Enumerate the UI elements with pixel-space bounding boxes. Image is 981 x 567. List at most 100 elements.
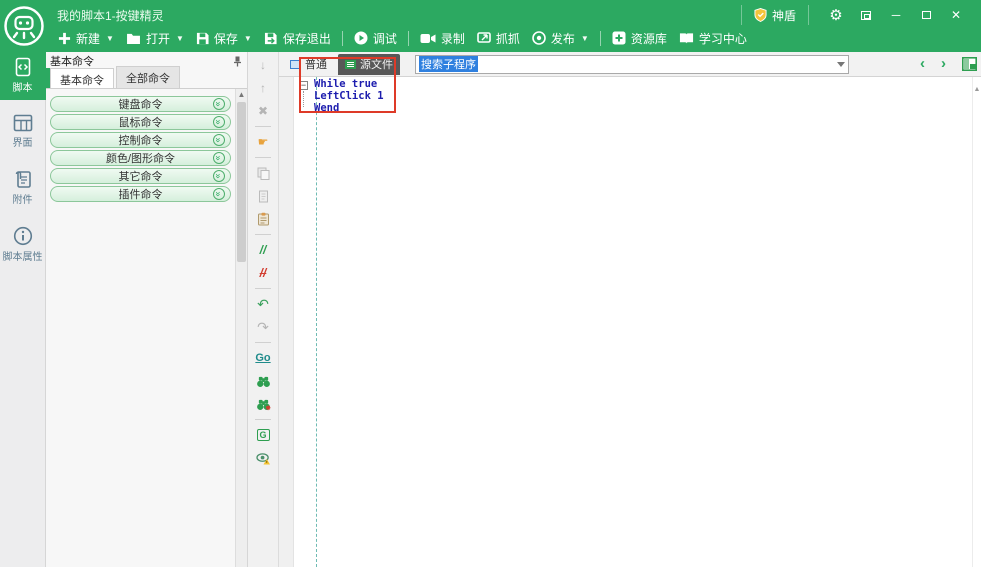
dropdown-arrow-icon: ▼ [581, 34, 589, 43]
comment-icon: // [260, 243, 267, 257]
sidebar-item-script[interactable]: 脚本 [0, 52, 46, 100]
pin-button[interactable] [233, 56, 242, 67]
move-down-button[interactable]: ↓ [253, 57, 273, 73]
paste-button[interactable] [253, 211, 273, 227]
close-button[interactable]: ✕ [941, 5, 971, 25]
expand-chevron-icon[interactable]: » [213, 98, 225, 110]
publish-button[interactable]: 发布 ▼ [526, 28, 595, 49]
find-button[interactable] [253, 373, 273, 389]
new-button[interactable]: 新建 ▼ [52, 28, 120, 49]
redo-button[interactable]: ↷ [253, 319, 273, 335]
rail-divider [255, 419, 271, 420]
sidebar-item-label: 界面 [13, 134, 33, 149]
debug-button[interactable]: 调试 [348, 28, 403, 49]
subroutine-combobox[interactable]: 搜索子程序 [415, 55, 849, 74]
learning-center-button[interactable]: 学习中心 [673, 28, 753, 49]
code-line[interactable]: Wend [314, 102, 384, 114]
eye-check-icon [256, 452, 271, 465]
delete-icon: ✖ [258, 104, 268, 118]
comment-button[interactable]: // [253, 242, 273, 258]
tab-basic-commands[interactable]: 基本命令 [50, 68, 114, 88]
save-exit-button[interactable]: 保存退出 [258, 28, 337, 49]
insert-command-button[interactable]: ☛ [253, 134, 273, 150]
camera-icon [420, 33, 436, 44]
titlebar: 我的脚本1-按键精灵 新建 ▼ 打开 ▼ 保存 ▼ 保存退出 [0, 0, 981, 52]
tab-source-view[interactable]: 源文件 [338, 54, 400, 75]
minimize-button[interactable]: ─ [881, 5, 911, 25]
undo-button[interactable]: ↶ [253, 296, 273, 312]
delete-line-button[interactable]: ✖ [253, 103, 273, 119]
fold-toggle[interactable]: − [299, 81, 308, 90]
uncomment-button[interactable]: // [253, 265, 273, 281]
find-replace-button[interactable] [253, 396, 273, 412]
toolbar-separator [408, 31, 409, 46]
app-logo-icon [2, 4, 46, 48]
code-area[interactable]: − While true LeftClick 1 Wend ▲ [279, 77, 981, 567]
floppy-exit-icon [264, 32, 278, 45]
sidebar-item-label: 脚本 [13, 79, 33, 94]
command-panel-title: 基本命令 [50, 53, 94, 69]
copy-button[interactable] [253, 165, 273, 181]
command-group-control[interactable]: 控制命令 » [50, 132, 231, 148]
tab-all-commands[interactable]: 全部命令 [116, 66, 180, 88]
rail-divider [255, 126, 271, 127]
arrow-up-icon: ↑ [260, 81, 266, 95]
settings-button[interactable]: ⚙ [821, 5, 851, 25]
code-line[interactable]: LeftClick 1 [314, 90, 384, 102]
info-icon [13, 226, 33, 246]
save-button[interactable]: 保存 ▼ [190, 28, 258, 49]
scrollbar-thumb[interactable] [237, 102, 246, 262]
goto-line-button[interactable]: Go [253, 350, 273, 366]
rail-divider [255, 234, 271, 235]
command-group-list: 键盘命令 » 鼠标命令 » 控制命令 » 颜色/图形命令 » 其它命令 » [46, 89, 247, 567]
cut-button[interactable] [253, 188, 273, 204]
scroll-up-icon[interactable]: ▲ [973, 77, 981, 93]
expand-chevron-icon[interactable]: » [213, 152, 225, 164]
expand-chevron-icon[interactable]: » [213, 170, 225, 182]
scroll-up-icon[interactable]: ▲ [236, 89, 247, 101]
command-group-keyboard[interactable]: 键盘命令 » [50, 96, 231, 112]
nav-forward-button[interactable]: › [941, 57, 946, 71]
combobox-selected-value: 搜索子程序 [419, 56, 478, 72]
move-up-button[interactable]: ↑ [253, 80, 273, 96]
code-line[interactable]: While true [314, 78, 384, 90]
sidebar-item-script-properties[interactable]: 脚本属性 [0, 221, 46, 269]
capture-button[interactable]: 抓抓 [471, 28, 526, 49]
sidebar-item-label: 脚本属性 [3, 248, 43, 263]
undo-icon: ↶ [257, 296, 269, 313]
shield-badge[interactable]: 神盾 [741, 5, 809, 25]
rail-divider [255, 288, 271, 289]
resource-library-button[interactable]: 资源库 [606, 28, 673, 49]
insert-code-block-button[interactable]: G [253, 427, 273, 443]
nav-back-button[interactable]: ‹ [920, 57, 925, 71]
hand-pointer-icon: ☛ [258, 135, 269, 149]
skin-button[interactable] [851, 5, 881, 25]
command-group-plugin[interactable]: 插件命令 » [50, 186, 231, 202]
rail-divider [255, 342, 271, 343]
maximize-button[interactable] [911, 5, 941, 25]
sidebar-item-interface[interactable]: 界面 [0, 109, 46, 155]
record-button[interactable]: 录制 [414, 28, 471, 49]
open-button[interactable]: 打开 ▼ [120, 28, 190, 49]
command-group-mouse[interactable]: 鼠标命令 » [50, 114, 231, 130]
command-group-other[interactable]: 其它命令 » [50, 168, 231, 184]
syntax-check-button[interactable] [253, 450, 273, 466]
dropdown-arrow-icon: ▼ [106, 34, 114, 43]
minimize-icon: ─ [892, 8, 901, 22]
expand-chevron-icon[interactable]: » [213, 116, 225, 128]
interface-grid-icon [13, 114, 33, 132]
command-list-scrollbar[interactable]: ▲ [235, 89, 247, 567]
nav-rail: 脚本 界面 附件 [0, 52, 46, 567]
goto-icon: Go [255, 352, 270, 364]
editor-scrollbar[interactable]: ▲ [972, 77, 981, 567]
code-text[interactable]: While true LeftClick 1 Wend [314, 78, 384, 114]
expand-chevron-icon[interactable]: » [213, 188, 225, 200]
expand-chevron-icon[interactable]: » [213, 134, 225, 146]
redo-icon: ↷ [257, 319, 269, 336]
tab-normal-view[interactable]: 普通 [283, 54, 334, 75]
book-icon [679, 32, 694, 45]
chevron-down-icon [837, 62, 845, 67]
sidebar-item-attachment[interactable]: 附件 [0, 164, 46, 212]
command-group-color-graphics[interactable]: 颜色/图形命令 » [50, 150, 231, 166]
layout-grid-button[interactable] [962, 57, 977, 71]
